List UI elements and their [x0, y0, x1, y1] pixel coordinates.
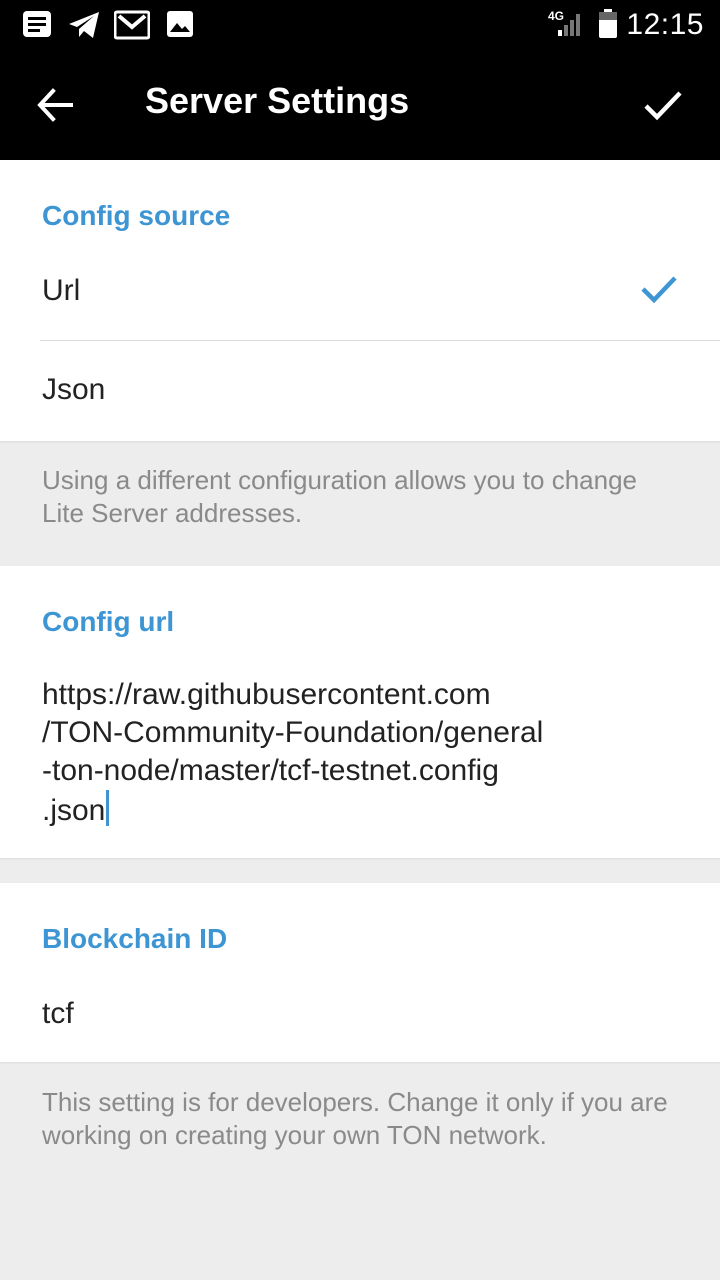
option-json-label: Json [42, 373, 106, 406]
option-url[interactable]: Url [0, 240, 720, 340]
done-button[interactable] [634, 76, 692, 134]
selected-check-icon [641, 276, 677, 304]
blockchain-id-hint: This setting is for developers. Change i… [0, 1086, 720, 1152]
config-source-hint: Using a different configuration allows y… [0, 464, 720, 530]
status-clock: 12:15 [626, 8, 704, 41]
notes-icon [22, 10, 52, 43]
config-url-header: Config url [42, 606, 175, 637]
config-source-header: Config source [42, 200, 231, 231]
telegram-icon [67, 10, 101, 45]
gmail-icon [113, 10, 151, 45]
blockchain-id-section: Blockchain ID tcf [0, 883, 720, 1062]
signal-icon: 4G [548, 8, 582, 43]
app-toolbar: Server Settings [0, 50, 720, 160]
url-line: https://raw.githubusercontent.com [42, 678, 491, 711]
option-url-label: Url [42, 274, 81, 307]
status-bar: 4G 12:15 [0, 0, 720, 50]
url-line: -ton-node/master/tcf-testnet.config [42, 754, 499, 787]
text-cursor [106, 790, 110, 826]
arrow-left-icon [37, 88, 73, 122]
option-json[interactable]: Json [0, 341, 720, 441]
back-button[interactable] [26, 76, 84, 134]
checkmark-icon [644, 91, 682, 121]
network-type: 4G [548, 9, 564, 23]
image-icon [166, 10, 194, 43]
page-title: Server Settings [145, 80, 410, 121]
blockchain-id-header: Blockchain ID [42, 923, 228, 954]
config-source-section: Config source Url Json [0, 160, 720, 441]
blockchain-id-input[interactable]: tcf [42, 997, 74, 1031]
battery-icon [598, 9, 618, 44]
config-url-input[interactable]: https://raw.githubusercontent.com /TON-C… [42, 676, 602, 830]
url-line: .json [42, 794, 106, 827]
url-line: /TON-Community-Foundation/general [42, 716, 544, 749]
